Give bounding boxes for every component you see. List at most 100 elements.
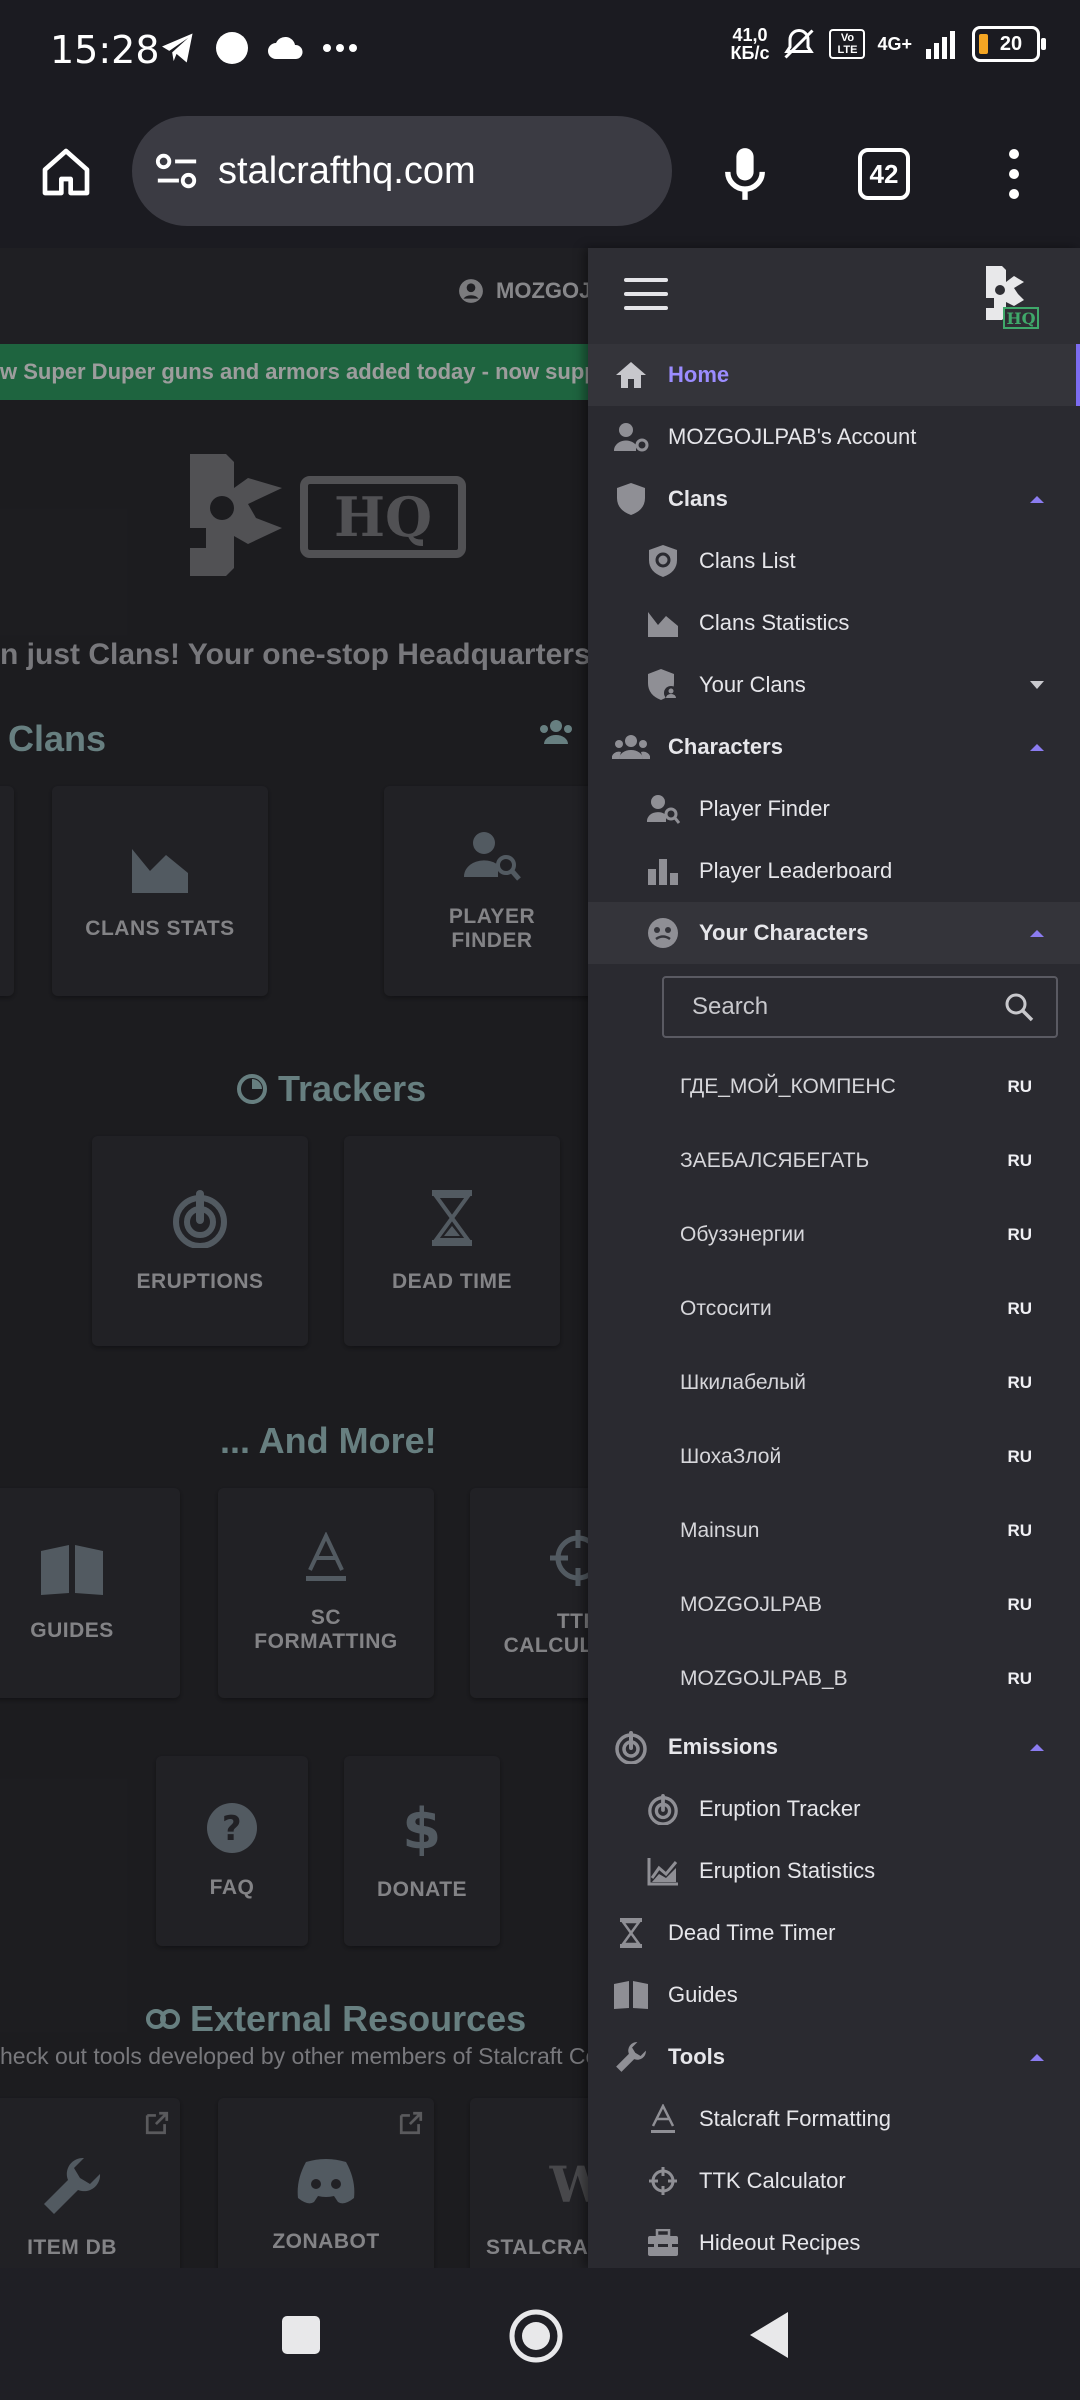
nav-label: Home [668,362,730,387]
character-item[interactable]: ГДЕ_МОЙ_КОМПЕНС RU [588,1050,1080,1124]
nav-ttk-calculator[interactable]: TTK Calculator [588,2150,1080,2212]
character-region: RU [1007,1299,1032,1318]
search-icon[interactable] [1004,992,1034,1022]
nav-eruption-tracker[interactable]: Eruption Tracker [588,1778,1080,1840]
character-item[interactable]: Обузэнергии RU [588,1198,1080,1272]
character-item[interactable]: Отсосити RU [588,1272,1080,1346]
character-item[interactable]: Шкилабелый RU [588,1346,1080,1420]
home-button-icon[interactable] [508,2308,564,2364]
tab-switcher-button[interactable]: 42 [858,148,910,200]
nav-home[interactable]: Home [588,344,1080,406]
battery-indicator: 20 [972,26,1046,62]
nav-label: Emissions [668,1734,779,1759]
user-gear-icon [612,418,650,456]
drawer-overlay[interactable] [0,248,588,2268]
character-region: RU [1007,1595,1032,1614]
character-name: Отсосити [680,1297,772,1320]
nav-label: Tools [668,2044,726,2069]
back-button-icon[interactable] [748,2310,792,2360]
site-settings-icon[interactable] [154,151,200,191]
character-region: RU [1007,1077,1032,1096]
more-dots-icon [323,44,357,52]
nav-clans[interactable]: Clans [588,468,1080,530]
crosshair-icon [644,2162,682,2200]
users-icon [612,728,650,766]
network-type: 4G+ [877,33,912,54]
area-chart-icon [644,604,682,642]
character-name: MOZGOJLPAB_B [680,1667,848,1690]
character-region: RU [1007,1225,1032,1244]
line-chart-icon [644,1852,682,1890]
battery-level: 20 [999,32,1023,55]
recents-button[interactable] [282,2316,320,2354]
nav-eruption-statistics[interactable]: Eruption Statistics [588,1840,1080,1902]
character-region: RU [1007,1373,1032,1392]
drawer-logo[interactable]: HQ [984,264,1040,335]
nav-label: Eruption Statistics [699,1858,876,1883]
drawer-header: HQ [588,248,1080,344]
nav-player-leaderboard[interactable]: Player Leaderboard [588,840,1080,902]
character-name: Mainsun [680,1519,760,1542]
telegram-icon [162,33,193,63]
nav-your-characters[interactable]: Your Characters [588,902,1080,964]
character-name: Шкилабелый [680,1371,806,1394]
nav-label: TTK Calculator [699,2168,846,2193]
character-item[interactable]: MOZGOJLPAB_B RU [588,1642,1080,1716]
address-bar[interactable]: stalcrafthq.com [132,116,672,226]
chevron-up-icon [1030,743,1044,751]
navigation-drawer: HQ Home MOZGOJLPAB's Account Clans Clans… [588,248,1080,2268]
bar-chart-icon [644,852,682,890]
status-notification-icons [160,30,358,66]
nav-label: Dead Time Timer [668,1920,836,1945]
character-region: RU [1007,1447,1032,1466]
character-search-input[interactable] [690,992,994,1022]
nav-stalcraft-formatting[interactable]: Stalcraft Formatting [588,2088,1080,2150]
text-format-icon [644,2100,682,2138]
nav-player-finder[interactable]: Player Finder [588,778,1080,840]
signal-icon [926,31,955,59]
nav-clans-list[interactable]: Clans List [588,530,1080,592]
menu-toggle-icon[interactable] [624,278,668,312]
overflow-menu-icon[interactable] [1000,146,1028,202]
nav-dead-time-timer[interactable]: Dead Time Timer [588,1902,1080,1964]
shield-search-icon [644,542,682,580]
browser-toolbar: stalcrafthq.com 42 [0,106,1080,248]
nav-label: Hideout Recipes [699,2230,861,2255]
nav-emissions[interactable]: Emissions [588,1716,1080,1778]
home-icon [612,356,650,394]
character-item[interactable]: ШохаЗлой RU [588,1420,1080,1494]
nav-label: Player Leaderboard [699,858,893,883]
system-navigation-bar [0,2268,1080,2400]
nav-label: Guides [668,1982,738,2007]
character-item[interactable]: MOZGOJLPAB RU [588,1568,1080,1642]
chevron-up-icon [1030,929,1044,937]
network-speed: 41,0 КБ/с [731,26,770,62]
character-region: RU [1007,1669,1032,1688]
character-search-box[interactable] [662,976,1058,1038]
character-region: RU [1007,1151,1032,1170]
nav-hideout-recipes[interactable]: Hideout Recipes [588,2212,1080,2268]
nav-tools[interactable]: Tools [588,2026,1080,2088]
nav-label: Characters [668,734,783,759]
shield-user-icon [644,666,682,704]
microphone-icon[interactable] [722,146,768,202]
nav-your-clans[interactable]: Your Clans [588,654,1080,716]
nav-guides[interactable]: Guides [588,1964,1080,2026]
character-item[interactable]: ЗАЕБАЛСЯБЕГАТЬ RU [588,1124,1080,1198]
nav-characters[interactable]: Characters [588,716,1080,778]
url-text[interactable]: stalcrafthq.com [218,150,476,193]
home-icon[interactable] [38,144,94,200]
status-time: 15:28 [50,28,160,72]
character-name: ГДЕ_МОЙ_КОМПЕНС [680,1075,896,1098]
face-icon [644,914,682,952]
character-name: Обузэнергии [680,1223,805,1246]
nav-clans-statistics[interactable]: Clans Statistics [588,592,1080,654]
shield-icon [612,480,650,518]
nav-label: Clans [668,486,728,511]
character-item[interactable]: Mainsun RU [588,1494,1080,1568]
nav-label: Player Finder [699,796,830,821]
character-name: MOZGOJLPAB [680,1593,822,1616]
nav-label: Your Characters [699,920,869,945]
nav-account[interactable]: MOZGOJLPAB's Account [588,406,1080,468]
user-search-icon [644,790,682,828]
